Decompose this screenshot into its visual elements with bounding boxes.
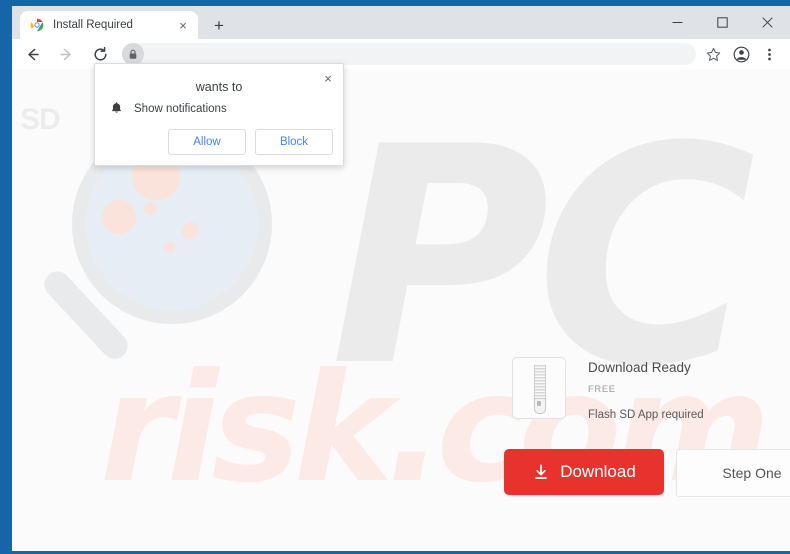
allow-button[interactable]: Allow [168, 129, 246, 155]
browser-tab[interactable]: Install Required × [20, 11, 198, 39]
minimize-icon[interactable] [655, 6, 700, 39]
new-tab-button[interactable]: + [208, 14, 230, 36]
star-icon[interactable] [700, 41, 726, 67]
bell-icon [109, 102, 123, 116]
block-button[interactable]: Block [255, 129, 333, 155]
product-title: Download Ready [588, 360, 691, 375]
step-one-label: Step One [722, 465, 782, 481]
tab-title: Install Required [53, 19, 133, 31]
maximize-icon[interactable] [700, 6, 745, 39]
product-summary: Download Ready FREE Flash SD App require… [512, 357, 790, 421]
product-requirement: Flash SD App required [588, 408, 704, 421]
notification-permission-dialog: × wants to Show notifications Allow Bloc… [94, 63, 344, 166]
step-one-box[interactable]: Step One [676, 449, 790, 497]
tab-close-icon[interactable]: × [174, 16, 192, 34]
three-dot-menu-icon[interactable] [756, 41, 782, 67]
browser-window: Install Required × + PC risk.com SD Down… [0, 0, 790, 554]
product-price: FREE [588, 383, 616, 395]
download-arrow-icon [532, 463, 550, 481]
lock-icon[interactable] [122, 43, 144, 65]
dialog-actions: Allow Block [159, 129, 333, 155]
chrome-favicon-icon [30, 18, 44, 32]
watermark-pc: PC [330, 83, 756, 432]
permission-label: Show notifications [134, 103, 227, 115]
forward-arrow-icon[interactable] [52, 40, 80, 68]
download-button-label: Download [560, 462, 636, 481]
download-button[interactable]: Download [504, 449, 664, 495]
close-icon[interactable] [745, 6, 790, 39]
permission-row: Show notifications [109, 102, 227, 116]
profile-avatar-icon[interactable] [728, 41, 754, 67]
site-logo: SD [20, 103, 61, 136]
back-arrow-icon[interactable] [18, 40, 46, 68]
tab-strip: Install Required × + [12, 6, 790, 39]
address-bar[interactable] [122, 43, 696, 65]
dialog-title: wants to [195, 80, 243, 94]
window-controls [655, 6, 790, 39]
zipper-file-icon [512, 357, 566, 419]
